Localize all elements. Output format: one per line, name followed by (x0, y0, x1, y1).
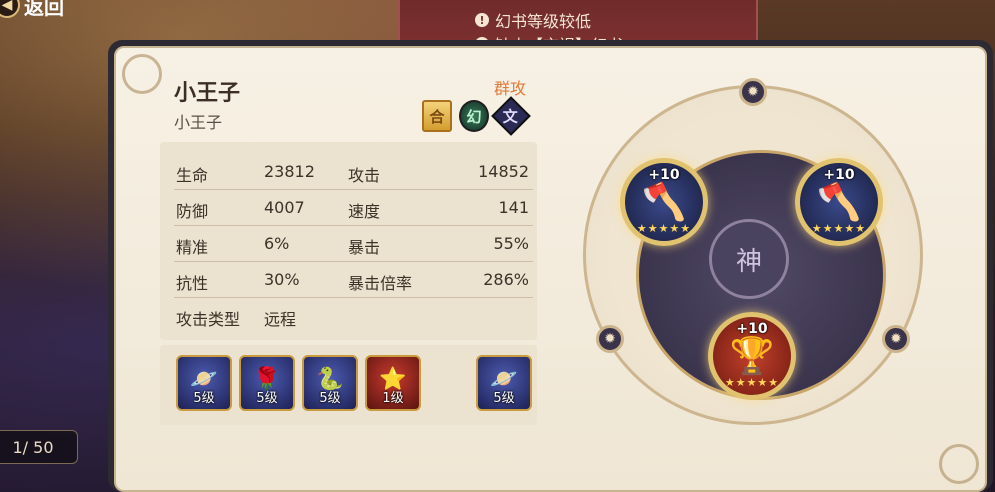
skill-slot-1[interactable]: 🪐 5级 (176, 355, 232, 411)
equip-slot-right[interactable]: +10 🪓 ★★★★★ (795, 158, 883, 246)
stats-table: 生命 23812 攻击 14852 防御 4007 速度 141 精准 6% 暴… (160, 142, 537, 340)
corner-ornament (939, 444, 979, 484)
warning-icon: ! (475, 13, 489, 27)
axe-icon: 🪓 (641, 182, 687, 223)
skill-slot-2[interactable]: 🌹 5级 (239, 355, 295, 411)
stat-row: 生命 23812 攻击 14852 (174, 154, 533, 190)
star-rating: ★★★★★ (636, 222, 692, 235)
axe-icon: 🪓 (816, 182, 862, 223)
page-counter: 1/ 50 (0, 430, 78, 464)
skill-slot-4[interactable]: ⭐ 1级 (365, 355, 421, 411)
back-label: 返回 (24, 0, 64, 19)
stat-row: 防御 4007 速度 141 (174, 190, 533, 226)
skill-slot-5[interactable]: 🪐 5级 (476, 355, 532, 411)
skill-slot-3[interactable]: 🐍 5级 (302, 355, 358, 411)
sun-ornament-icon: ✹ (882, 325, 910, 353)
star-rating: ★★★★★ (724, 376, 780, 389)
equip-slot-bottom[interactable]: +10 🏆 ★★★★★ (708, 312, 796, 400)
element-badge-icon: 幻 (459, 100, 489, 132)
character-subname: 小王子 (174, 113, 223, 132)
stat-row: 攻击类型 远程 (176, 310, 297, 329)
character-name: 小王子 (174, 81, 241, 106)
sun-ornament-icon: ✹ (596, 325, 624, 353)
back-arrow-icon: ◀ (0, 0, 20, 18)
corner-ornament (122, 54, 162, 94)
card-badge-icon: 合 (422, 100, 452, 132)
sun-ornament-icon: ✹ (739, 78, 767, 106)
back-button[interactable]: ◀ 返回 (0, 0, 64, 22)
grail-icon: 🏆 (729, 336, 775, 377)
warning-text-1: 幻书等级较低 (495, 12, 592, 31)
star-rating: ★★★★★ (811, 222, 867, 235)
equip-slot-left[interactable]: +10 🪓 ★★★★★ (620, 158, 708, 246)
warning-line-1: ! 幻书等级较低 (475, 8, 591, 32)
stat-row: 抗性 30% 暴击倍率 286% (174, 262, 533, 298)
core-label: 神 (709, 219, 789, 299)
stat-row: 精准 6% 暴击 55% (174, 226, 533, 262)
